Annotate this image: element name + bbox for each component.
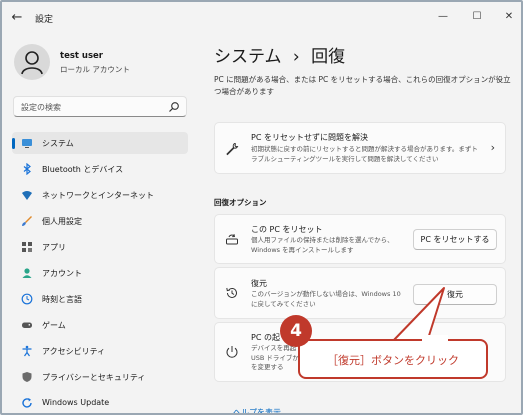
wrench-icon bbox=[226, 142, 239, 156]
page-title: システム › 回復 bbox=[214, 42, 345, 67]
sidebar-item-label: プライバシーとセキュリティ bbox=[42, 373, 146, 382]
sidebar-item-privacy-security[interactable]: プライバシーとセキュリティ bbox=[12, 366, 188, 388]
sidebar-item-accounts[interactable]: アカウント bbox=[12, 262, 188, 284]
reset-pc-button[interactable]: PC をリセットする bbox=[413, 229, 497, 250]
windows-update-icon bbox=[22, 398, 32, 408]
search-placeholder: 設定の検索 bbox=[21, 103, 61, 112]
minimize-button[interactable]: — bbox=[430, 8, 456, 26]
title-bar: ← 設定 — ☐ ✕ bbox=[2, 2, 521, 34]
maximize-button[interactable]: ☐ bbox=[464, 8, 490, 26]
sidebar-item-label: 個人用設定 bbox=[42, 217, 82, 226]
user-name: test user bbox=[60, 51, 103, 61]
settings-window: ← 設定 — ☐ ✕ test user ローカル アカウント 設定の検索 シス… bbox=[0, 0, 523, 415]
troubleshoot-description: 初期状態に戻すの前にリセットすると問題が解決する場合があります。まずトラブルシュ… bbox=[251, 145, 478, 163]
reset-pc-card: この PC をリセット 個人用ファイルの保持または削除を選んでから、Window… bbox=[214, 214, 506, 264]
sidebar-item-windows-update[interactable]: Windows Update bbox=[12, 392, 188, 413]
callout-text: ［復元］ボタンをクリック bbox=[327, 354, 459, 367]
avatar[interactable] bbox=[14, 44, 50, 80]
accessibility-icon bbox=[22, 345, 32, 357]
reset-pc-description: 個人用ファイルの保持または削除を選んでから、Windows を再インストールしま… bbox=[251, 236, 394, 254]
active-indicator bbox=[12, 138, 15, 149]
sidebar-item-bluetooth[interactable]: Bluetooth とデバイス bbox=[12, 158, 188, 180]
game-controller-icon bbox=[22, 322, 32, 328]
sidebar-item-label: ネットワークとインターネット bbox=[42, 191, 154, 200]
reset-pc-icon bbox=[226, 234, 238, 245]
startup-icon bbox=[226, 346, 238, 358]
sidebar-item-label: Bluetooth とデバイス bbox=[42, 165, 124, 174]
sidebar-item-label: ゲーム bbox=[42, 321, 66, 330]
account-type: ローカル アカウント bbox=[60, 65, 130, 74]
reset-pc-title: この PC をリセット bbox=[251, 225, 323, 234]
step-number-badge: 4 bbox=[280, 315, 312, 347]
sidebar-item-gaming[interactable]: ゲーム bbox=[12, 314, 188, 336]
sidebar-item-label: アカウント bbox=[42, 269, 82, 278]
sidebar-item-label: システム bbox=[42, 139, 74, 148]
breadcrumb-separator: › bbox=[292, 47, 300, 67]
account-icon bbox=[22, 268, 32, 278]
sidebar-item-apps[interactable]: アプリ bbox=[12, 236, 188, 258]
sidebar-item-label: Windows Update bbox=[42, 398, 110, 407]
search-input[interactable]: 設定の検索 bbox=[13, 96, 187, 117]
help-link[interactable]: ヘルプを表示 bbox=[233, 407, 281, 413]
sidebar-item-personalization[interactable]: 個人用設定 bbox=[12, 210, 188, 232]
monitor-icon bbox=[22, 139, 32, 148]
sidebar-item-time-language[interactable]: 時刻と言語 bbox=[12, 288, 188, 310]
shield-icon bbox=[22, 372, 32, 382]
user-icon bbox=[21, 51, 43, 75]
sidebar-item-system[interactable]: システム bbox=[12, 132, 188, 154]
instruction-callout: ［復元］ボタンをクリック bbox=[298, 339, 488, 379]
advanced-startup-title: PC の起 bbox=[251, 333, 280, 342]
sidebar-item-label: アプリ bbox=[42, 243, 66, 252]
clock-language-icon bbox=[21, 293, 33, 305]
sidebar-item-label: アクセシビリティ bbox=[42, 347, 106, 356]
wifi-icon bbox=[22, 191, 32, 200]
chevron-right-icon: › bbox=[490, 141, 495, 154]
back-arrow-icon[interactable]: ← bbox=[9, 10, 25, 26]
apps-icon bbox=[22, 242, 32, 252]
breadcrumb-parent[interactable]: システム bbox=[214, 47, 282, 67]
search-icon bbox=[169, 102, 179, 112]
brush-icon bbox=[22, 216, 32, 226]
app-title: 設定 bbox=[35, 15, 54, 25]
breadcrumb-current: 回復 bbox=[311, 47, 346, 67]
page-description: PC に問題がある場合、または PC をリセットする場合、これらの回復オプション… bbox=[214, 75, 511, 96]
sidebar-item-label: 時刻と言語 bbox=[42, 295, 82, 304]
restore-card: 復元 このバージョンが動作しない場合は、Windows 10 に戻してみてくださ… bbox=[214, 267, 506, 319]
history-icon bbox=[226, 287, 237, 298]
restore-title: 復元 bbox=[251, 279, 267, 288]
close-button[interactable]: ✕ bbox=[496, 8, 521, 26]
bluetooth-icon bbox=[23, 163, 31, 175]
callout-pointer-mask bbox=[422, 335, 448, 343]
sidebar-item-accessibility[interactable]: アクセシビリティ bbox=[12, 340, 188, 362]
troubleshoot-title: PC をリセットせずに問題を解決 bbox=[251, 133, 368, 142]
sidebar-item-network[interactable]: ネットワークとインターネット bbox=[12, 184, 188, 206]
section-label: 回復オプション bbox=[214, 198, 267, 207]
troubleshoot-card[interactable]: PC をリセットせずに問題を解決 初期状態に戻すの前にリセットすると問題が解決す… bbox=[214, 122, 506, 174]
